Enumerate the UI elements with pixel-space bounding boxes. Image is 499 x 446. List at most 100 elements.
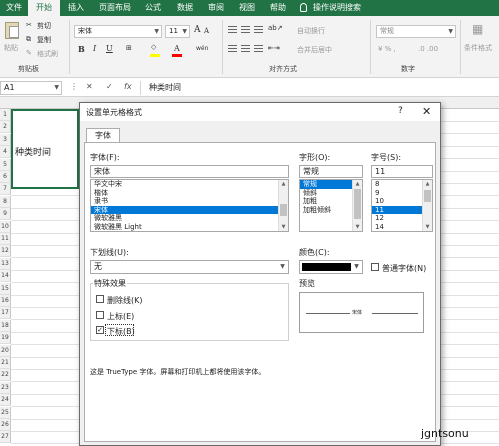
row-header[interactable]: 26 xyxy=(0,419,11,431)
grow-font-button[interactable]: A xyxy=(194,25,201,35)
font-input[interactable]: 宋体 xyxy=(90,165,289,178)
fx-icon[interactable]: fx xyxy=(124,82,132,91)
bold-button[interactable]: B xyxy=(78,44,85,54)
phonetic-button[interactable]: wén xyxy=(196,45,208,52)
row-header[interactable]: 16 xyxy=(0,295,11,307)
style-input[interactable]: 常规 xyxy=(299,165,363,178)
border-icon[interactable]: ⊞ xyxy=(126,44,132,52)
shrink-font-button[interactable]: A xyxy=(204,27,209,35)
font-list-scrollbar[interactable]: ▲ ▼ xyxy=(278,180,288,231)
row-header[interactable]: 12 xyxy=(0,245,11,258)
row-header[interactable]: 11 xyxy=(0,233,11,245)
strikethrough-checkbox[interactable] xyxy=(96,295,104,303)
align-right-icon[interactable] xyxy=(254,45,263,52)
currency-icon[interactable]: ¥ % , xyxy=(378,45,396,53)
style-list-scrollbar[interactable]: ▲ ▼ xyxy=(352,180,362,231)
row-header[interactable]: 5 xyxy=(0,158,11,171)
row-header[interactable]: 19 xyxy=(0,332,11,345)
align-bottom-icon[interactable] xyxy=(254,26,263,33)
tab-file[interactable]: 文件 xyxy=(0,0,28,16)
tab-help[interactable]: 帮助 xyxy=(265,0,291,16)
help-button[interactable]: ? xyxy=(398,106,403,116)
style-list[interactable]: 常规 倾斜 加粗 加粗倾斜 ▲ ▼ xyxy=(299,179,363,232)
font-list-item[interactable]: 楷体 xyxy=(91,189,288,198)
scroll-thumb[interactable] xyxy=(280,204,287,216)
decimal-icon[interactable]: .0 .00 xyxy=(418,45,438,53)
copy-icon[interactable]: ⧉ xyxy=(26,35,31,44)
paste-button-label[interactable]: 粘贴 xyxy=(4,43,18,53)
cut-button[interactable]: 剪切 xyxy=(37,21,51,31)
size-list[interactable]: 8 9 10 11 12 14 ▲ ▼ xyxy=(371,179,433,232)
tab-review[interactable]: 审阅 xyxy=(203,0,229,16)
row-header[interactable]: 13 xyxy=(0,257,11,270)
number-format-select[interactable]: 常规 ▼ xyxy=(376,25,456,38)
name-box[interactable]: A1 ▼ xyxy=(0,81,62,95)
font-list-item[interactable]: 微软雅黑 xyxy=(91,214,288,223)
color-select[interactable]: ▼ xyxy=(299,260,363,274)
fill-color-icon[interactable]: ◇ xyxy=(151,43,156,51)
scroll-thumb[interactable] xyxy=(354,189,361,219)
wrap-text-button[interactable]: 自动换行 xyxy=(297,26,325,36)
row-header[interactable]: 17 xyxy=(0,307,11,320)
row-header[interactable]: 24 xyxy=(0,394,11,407)
merge-center-button[interactable]: 合并后居中 xyxy=(297,45,332,55)
font-size-select[interactable]: 11 ▼ xyxy=(165,25,190,38)
row-header[interactable]: 6 xyxy=(0,171,11,183)
font-name-select[interactable]: 宋体 ▼ xyxy=(74,25,162,38)
tab-tell-me[interactable]: 操作说明搜索 xyxy=(313,0,369,16)
italic-button[interactable]: I xyxy=(93,44,96,53)
normal-font-label[interactable]: 普通字体(N) xyxy=(382,263,426,274)
row-header[interactable]: 22 xyxy=(0,369,11,382)
tab-home[interactable]: 开始 xyxy=(28,0,60,16)
font-list-item[interactable]: 隶书 xyxy=(91,197,288,206)
normal-font-checkbox[interactable] xyxy=(371,263,379,271)
row-header[interactable]: 25 xyxy=(0,406,11,419)
scroll-up-icon[interactable]: ▲ xyxy=(279,181,288,187)
scroll-up-icon[interactable]: ▲ xyxy=(353,181,362,187)
scroll-thumb[interactable] xyxy=(424,190,431,202)
row-header[interactable]: 20 xyxy=(0,344,11,357)
size-list-scrollbar[interactable]: ▲ ▼ xyxy=(422,180,432,231)
row-header[interactable]: 1 xyxy=(0,109,11,121)
cut-icon[interactable]: ✂ xyxy=(26,21,32,29)
indent-icon[interactable]: ⇤⇥ xyxy=(268,44,280,52)
scroll-down-icon[interactable]: ▼ xyxy=(279,224,288,230)
format-painter-icon[interactable]: ✎ xyxy=(26,49,32,57)
row-header[interactable]: 9 xyxy=(0,208,11,221)
cell-a1[interactable]: 种类时间 xyxy=(11,109,79,189)
superscript-checkbox[interactable] xyxy=(96,311,104,319)
tab-insert[interactable]: 插入 xyxy=(63,0,89,16)
tab-data[interactable]: 数据 xyxy=(172,0,198,16)
font-list-item[interactable]: 微软雅黑 Light xyxy=(91,223,288,231)
format-painter-button[interactable]: 格式刷 xyxy=(37,49,58,59)
align-center-icon[interactable] xyxy=(241,45,250,52)
scroll-up-icon[interactable]: ▲ xyxy=(423,181,432,187)
tab-page-layout[interactable]: 页面布局 xyxy=(95,0,135,16)
formula-input[interactable]: 种类时间 xyxy=(140,81,499,95)
row-header[interactable]: 18 xyxy=(0,319,11,332)
copy-button[interactable]: 复制 xyxy=(37,35,51,45)
tab-font[interactable]: 字体 xyxy=(86,128,120,143)
font-list-item[interactable]: 华文中宋 xyxy=(91,180,288,189)
size-input[interactable]: 11 xyxy=(371,165,433,178)
subscript-label[interactable]: 下标(B) xyxy=(107,326,135,337)
subscript-checkbox[interactable]: ✓ xyxy=(96,326,104,334)
row-header[interactable]: 7 xyxy=(0,183,11,196)
underline-select[interactable]: 无 ▼ xyxy=(90,260,289,274)
scroll-down-icon[interactable]: ▼ xyxy=(423,224,432,230)
tab-formulas[interactable]: 公式 xyxy=(140,0,166,16)
cancel-icon[interactable]: ✕ xyxy=(86,82,93,91)
align-top-icon[interactable] xyxy=(228,26,237,33)
align-left-icon[interactable] xyxy=(228,45,237,52)
row-header[interactable]: 4 xyxy=(0,146,11,159)
superscript-label[interactable]: 上标(E) xyxy=(107,311,134,322)
row-header[interactable]: 3 xyxy=(0,133,11,146)
row-header[interactable]: 15 xyxy=(0,282,11,295)
tab-view[interactable]: 视图 xyxy=(234,0,260,16)
orientation-icon[interactable]: ab↗ xyxy=(268,24,283,32)
paste-icon[interactable] xyxy=(5,22,19,39)
row-header[interactable]: 27 xyxy=(0,431,11,444)
conditional-format-button[interactable]: 条件格式 xyxy=(464,43,492,53)
row-header[interactable]: 2 xyxy=(0,121,11,134)
scroll-down-icon[interactable]: ▼ xyxy=(353,224,362,230)
